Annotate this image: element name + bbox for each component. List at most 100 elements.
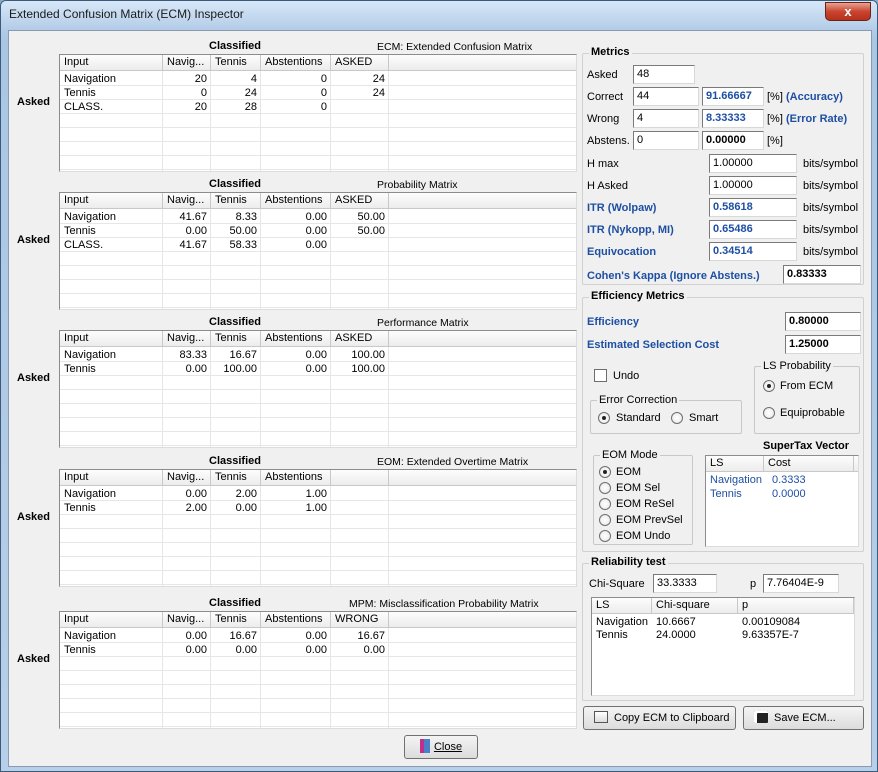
matrix-cell: 0 <box>200 87 207 99</box>
equivocation-field[interactable]: 0.34514 <box>709 242 797 261</box>
matrix-col-header[interactable]: Navig... <box>163 470 211 486</box>
itr-wolpaw-field[interactable]: 0.58618 <box>709 198 797 217</box>
matrix-col-header[interactable] <box>331 470 389 486</box>
matrix-grid[interactable]: Input Navig... Tennis Abstentions ASKED Navig… <box>59 330 577 448</box>
matrix-col-header[interactable]: Input <box>60 612 163 628</box>
matrix-col-header[interactable]: Input <box>60 331 163 347</box>
radio-eom-sel[interactable] <box>599 482 611 494</box>
matrix-col-header[interactable]: Abstentions <box>261 331 331 347</box>
matrix-row[interactable]: Navigation 41.67 8.33 0.00 50.00 <box>60 210 576 224</box>
chi-square-label: Chi-Square <box>589 578 645 590</box>
window-close-button[interactable]: x <box>825 2 871 21</box>
matrix-cell: 100.00 <box>223 363 257 375</box>
supertax-col-cost[interactable]: Cost <box>764 456 854 472</box>
undo-checkbox[interactable] <box>594 369 607 382</box>
grid-line <box>60 293 576 294</box>
radio-eom-prevsel[interactable] <box>599 514 611 526</box>
radio-smart[interactable] <box>671 412 683 424</box>
matrix-row[interactable]: Tennis 0 24 0 24 <box>60 86 576 100</box>
matrix-col-header[interactable]: Abstentions <box>261 612 331 628</box>
itr-nykopp-field[interactable]: 0.65486 <box>709 220 797 239</box>
matrix-cell: Navigation <box>64 349 116 361</box>
matrix-col-header[interactable]: Input <box>60 193 163 209</box>
matrix-col-header[interactable]: Tennis <box>211 331 261 347</box>
efficiency-label: Efficiency <box>587 316 639 328</box>
hasked-field[interactable]: 1.00000 <box>709 176 797 195</box>
reliability-row-1-ls: Navigation <box>596 616 648 628</box>
matrix-col-header[interactable]: ASKED <box>331 193 389 209</box>
matrix-col-header[interactable]: Navig... <box>163 331 211 347</box>
matrix-row[interactable]: Tennis 0.00 100.00 0.00 100.00 <box>60 362 576 376</box>
matrix-col-header[interactable]: Abstentions <box>261 470 331 486</box>
matrix-row[interactable]: Navigation 20 4 0 24 <box>60 72 576 86</box>
reliability-col-chi[interactable]: Chi-square <box>652 598 738 614</box>
matrix-row[interactable]: CLASS. 41.67 58.33 0.00 <box>60 238 576 252</box>
matrix-col-header[interactable]: Abstentions <box>261 193 331 209</box>
correct-field[interactable]: 44 <box>633 87 699 106</box>
radio-from-ecm[interactable] <box>763 380 775 392</box>
matrix-cell: 24 <box>372 87 385 99</box>
matrix-row[interactable]: Navigation 0.00 16.67 0.00 16.67 <box>60 629 576 643</box>
reliability-list[interactable]: LS Chi-square p Navigation 10.6667 0.001… <box>591 597 855 696</box>
matrix-grid[interactable]: Input Navig... Tennis Abstentions ASKED Navig… <box>59 192 577 310</box>
abstens-pct-field[interactable]: 0.00000 <box>702 131 764 150</box>
window-title: Extended Confusion Matrix (ECM) Inspecto… <box>9 7 244 21</box>
copy-ecm-button[interactable]: Copy ECM to Clipboard <box>583 706 736 730</box>
matrix-col-header[interactable]: Navig... <box>163 612 211 628</box>
matrix-row[interactable]: CLASS. 20 28 0 <box>60 100 576 114</box>
grid-line <box>60 670 576 671</box>
reliability-col-ls[interactable]: LS <box>592 598 652 614</box>
chi-square-field[interactable]: 33.3333 <box>653 574 717 593</box>
matrix-cell: 0.00 <box>185 644 207 656</box>
p-field[interactable]: 7.76404E-9 <box>763 574 839 593</box>
matrix-row[interactable]: Tennis 0.00 50.00 0.00 50.00 <box>60 224 576 238</box>
hmax-field[interactable]: 1.00000 <box>709 154 797 173</box>
matrix-col-header[interactable]: ASKED <box>331 55 389 71</box>
matrix-col-header[interactable]: Abstentions <box>261 55 331 71</box>
matrix-grid[interactable]: Input Navig... Tennis Abstentions Navigation… <box>59 469 577 587</box>
matrix-col-header[interactable]: Tennis <box>211 193 261 209</box>
matrix-col-header[interactable]: Navig... <box>163 193 211 209</box>
save-ecm-button[interactable]: Save ECM... <box>743 706 864 730</box>
asked-field[interactable]: 48 <box>633 65 695 84</box>
supertax-col-ls[interactable]: LS <box>706 456 764 472</box>
matrix-grid[interactable]: Input Navig... Tennis Abstentions WRONG Navig… <box>59 611 577 729</box>
matrix-col-header[interactable]: Input <box>60 55 163 71</box>
radio-equiprobable[interactable] <box>763 407 775 419</box>
wrong-field[interactable]: 4 <box>633 109 699 128</box>
matrix-col-header[interactable]: Tennis <box>211 470 261 486</box>
matrix-grid[interactable]: Input Navig... Tennis Abstentions ASKED Navig… <box>59 54 577 172</box>
reliability-col-p[interactable]: p <box>738 598 854 614</box>
matrix-cell: 41.67 <box>179 239 207 251</box>
selection-cost-field[interactable]: 1.25000 <box>785 335 861 354</box>
matrix-cell: Tennis <box>64 363 96 375</box>
matrix-cell: 0.00 <box>185 363 207 375</box>
matrix-col-header[interactable]: WRONG <box>331 612 389 628</box>
radio-eom-undo[interactable] <box>599 530 611 542</box>
radio-eom-resel[interactable] <box>599 498 611 510</box>
error-rate-field[interactable]: 8.33333 <box>702 109 764 128</box>
matrix-col-header[interactable]: Input <box>60 470 163 486</box>
matrix-col-header[interactable]: Navig... <box>163 55 211 71</box>
kappa-field[interactable]: 0.83333 <box>783 265 861 284</box>
radio-eom[interactable] <box>599 466 611 478</box>
matrix-row[interactable]: Tennis 2.00 0.00 1.00 <box>60 501 576 515</box>
matrix-asked-label: Asked <box>17 96 51 108</box>
radio-eom-label: EOM <box>616 466 642 478</box>
matrix-row[interactable]: Navigation 83.33 16.67 0.00 100.00 <box>60 348 576 362</box>
grid-line <box>60 141 576 142</box>
radio-standard[interactable] <box>598 412 610 424</box>
matrix-col-header[interactable]: Tennis <box>211 612 261 628</box>
matrix-cell: 8.33 <box>235 211 257 223</box>
matrix-col-header[interactable]: ASKED <box>331 331 389 347</box>
supertax-list[interactable]: LS Cost Navigation 0.3333 Tennis 0.0000 <box>705 455 859 547</box>
close-button[interactable]: Close <box>404 735 478 759</box>
matrix-col-header[interactable]: Tennis <box>211 55 261 71</box>
matrix-title: Probability Matrix <box>377 179 458 191</box>
efficiency-field[interactable]: 0.80000 <box>785 312 861 331</box>
matrix-row[interactable]: Navigation 0.00 2.00 1.00 <box>60 487 576 501</box>
abstens-field[interactable]: 0 <box>633 131 699 150</box>
accuracy-field[interactable]: 91.66667 <box>702 87 764 106</box>
clipboard-icon <box>594 711 608 723</box>
matrix-row[interactable]: Tennis 0.00 0.00 0.00 0.00 <box>60 643 576 657</box>
